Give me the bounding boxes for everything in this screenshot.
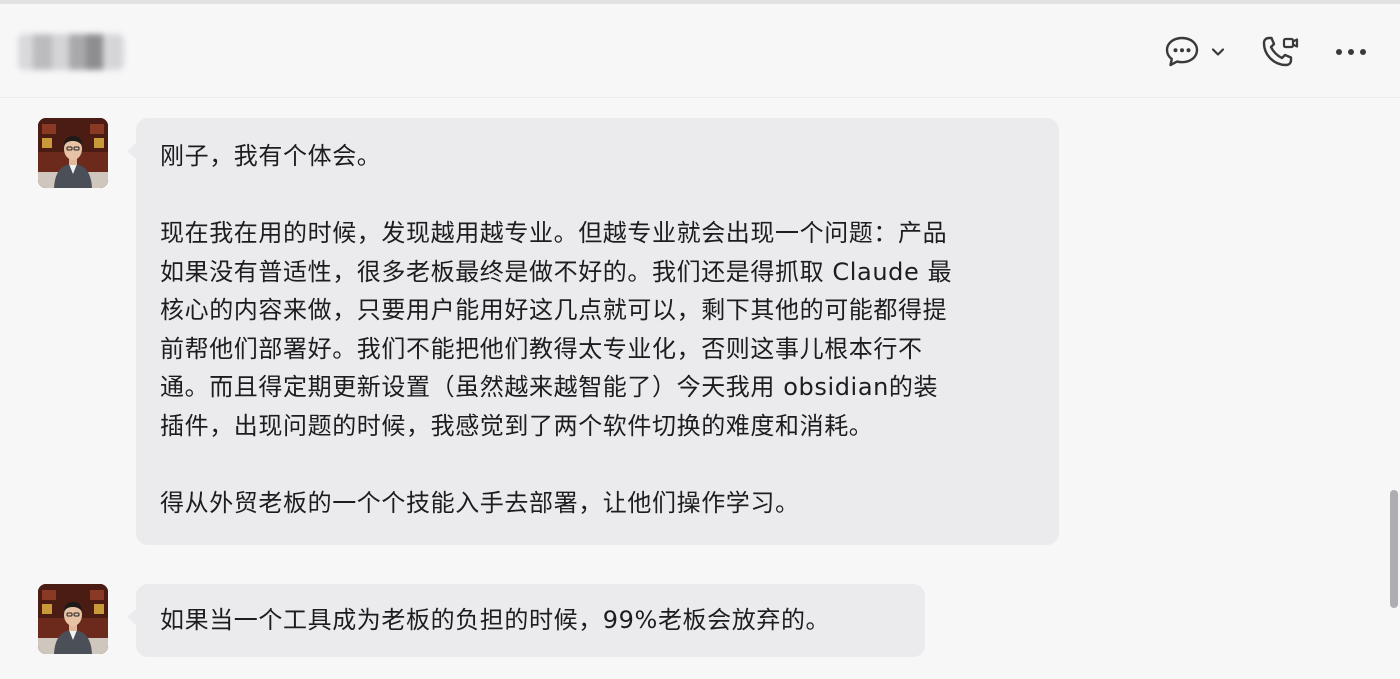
avatar-man-in-suit-icon <box>38 584 108 654</box>
message-line: 核心的内容来做，只要用户能用好这几点就可以，剩下其他的可能都得提 <box>160 296 948 324</box>
message-line: 现在我在用的时候，发现越用越专业。但越专业就会出现一个问题：产品 <box>160 219 948 247</box>
chevron-down-icon[interactable] <box>1208 32 1228 72</box>
message-paragraph: 如果当一个工具成为老板的负担的时候，99%老板会放弃的。 <box>160 601 901 640</box>
message-list[interactable]: 刚子，我有个体会。 现在我在用的时候，发现越用越专业。但越专业就会出现一个问题：… <box>0 98 1400 679</box>
message-bubble[interactable]: 刚子，我有个体会。 现在我在用的时候，发现越用越专业。但越专业就会出现一个问题：… <box>127 118 1059 545</box>
avatar[interactable] <box>38 584 108 654</box>
video-call-icon[interactable] <box>1259 32 1301 72</box>
chat-header: ●●●●● <box>0 4 1400 98</box>
message-bubble[interactable]: 如果当一个工具成为老板的负担的时候，99%老板会放弃的。 <box>127 584 925 657</box>
message-line: 如果没有普适性，很多老板最终是做不好的。我们还是得抓取 Claude 最 <box>160 257 953 286</box>
scrollbar-thumb[interactable] <box>1390 490 1398 608</box>
message-paragraph: 得从外贸老板的一个个技能入手去部署，让他们操作学习。 <box>160 484 1035 523</box>
message-paragraph: 现在我在用的时候，发现越用越专业。但越专业就会出现一个问题：产品 如果没有普适性… <box>160 214 1035 445</box>
message-line: 通。而且得定期更新设置（虽然越来越智能了）今天我用 obsidian的装 <box>160 373 939 401</box>
message-line: 得从外贸老板的一个个技能入手去部署，让他们操作学习。 <box>160 488 800 517</box>
more-icon[interactable] <box>1332 32 1370 72</box>
contact-name-blurred[interactable]: ●●●●● <box>18 34 124 70</box>
message-line: 前帮他们部署好。我们不能把他们教得太专业化，否则这事儿根本行不 <box>160 334 923 363</box>
avatar[interactable] <box>38 118 108 188</box>
message-line: 如果当一个工具成为老板的负担的时候，99%老板会放弃的。 <box>160 606 831 634</box>
chat-bubble-icon[interactable] <box>1162 32 1202 72</box>
message-line: 插件，出现问题的时候，我感觉到了两个软件切换的难度和消耗。 <box>160 411 874 440</box>
avatar-man-in-suit-icon <box>38 118 108 188</box>
message-paragraph: 刚子，我有个体会。 <box>160 137 1035 176</box>
message-line: 刚子，我有个体会。 <box>160 142 382 170</box>
